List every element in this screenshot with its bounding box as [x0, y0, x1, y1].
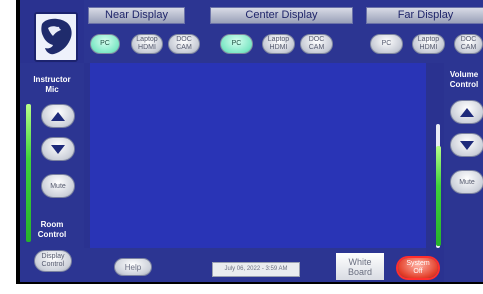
near-doc-cam-button[interactable]: DOC CAM [168, 34, 200, 54]
near-laptop-hdmi-button[interactable]: Laptop HDMI [131, 34, 163, 54]
mic-volume-up-button[interactable] [41, 104, 75, 128]
near-display-header: Near Display [88, 7, 185, 24]
white-board-button[interactable]: White Board [336, 253, 384, 280]
display-control-button[interactable]: Display Control [34, 250, 72, 272]
volume-mute-button[interactable]: Mute [450, 170, 483, 194]
volume-level-meter [436, 146, 441, 246]
date-time-display: July 06, 2022 - 3:59 AM [212, 262, 300, 277]
far-display-header: Far Display [366, 7, 483, 24]
touch-panel: Near Display Center Display Far Display … [20, 0, 483, 282]
mic-mute-button[interactable]: Mute [41, 174, 75, 198]
volume-up-button[interactable] [450, 100, 483, 124]
room-control-label: Room Control [37, 220, 67, 239]
center-pc-button[interactable]: PC [220, 34, 253, 54]
instructor-mic-label: Instructor Mic [33, 75, 71, 94]
touch-panel-frame: Near Display Center Display Far Display … [16, 0, 483, 284]
system-off-button[interactable]: System Off [398, 258, 438, 278]
center-display-header: Center Display [210, 7, 353, 24]
center-laptop-hdmi-button[interactable]: Laptop HDMI [262, 34, 295, 54]
triangle-up-icon [460, 107, 474, 117]
far-laptop-hdmi-button[interactable]: Laptop HDMI [412, 34, 445, 54]
volume-control-label: Volume Control [449, 70, 479, 89]
volume-down-button[interactable] [450, 133, 483, 157]
triangle-down-icon [51, 144, 65, 154]
far-doc-cam-button[interactable]: DOC CAM [454, 34, 483, 54]
far-pc-button[interactable]: PC [370, 34, 403, 54]
help-button[interactable]: Help [114, 258, 152, 276]
triangle-down-icon [460, 140, 474, 150]
nittany-lion-logo-icon [34, 12, 78, 62]
triangle-up-icon [51, 111, 65, 121]
near-pc-button[interactable]: PC [90, 34, 120, 54]
main-display-area [90, 63, 426, 248]
mic-volume-down-button[interactable] [41, 137, 75, 161]
center-doc-cam-button[interactable]: DOC CAM [300, 34, 333, 54]
